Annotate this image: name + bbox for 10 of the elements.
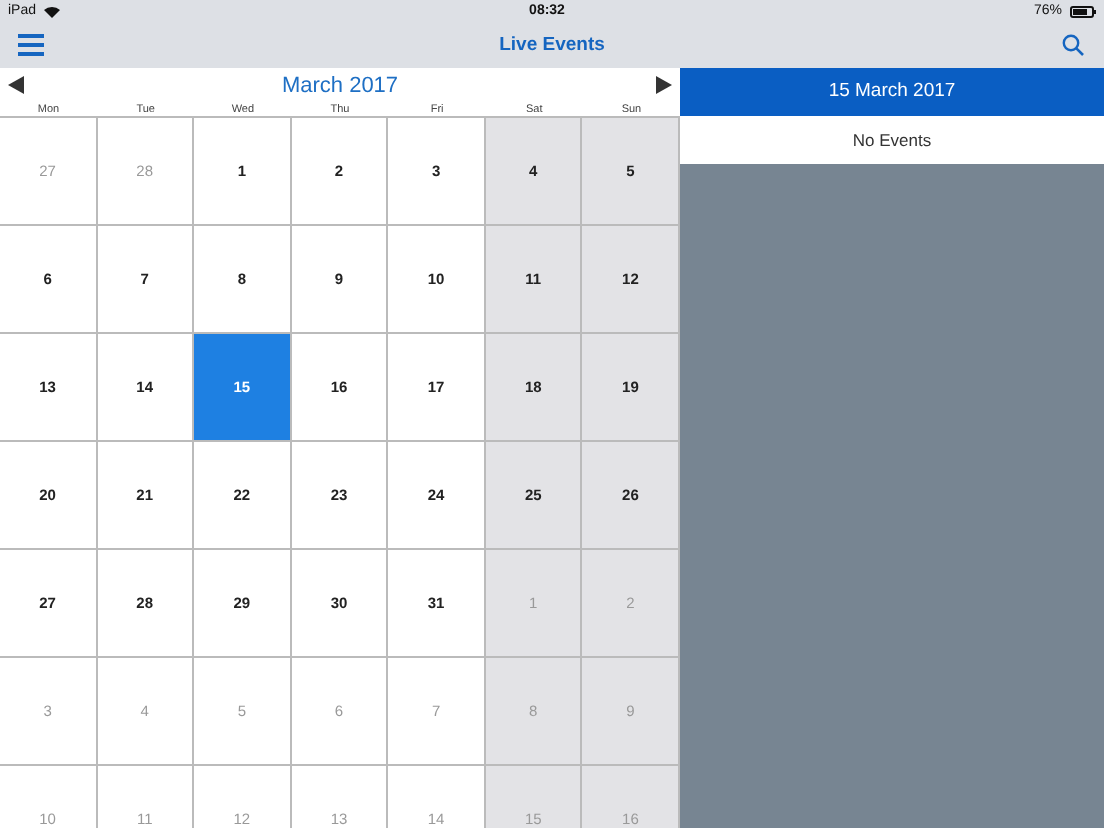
no-events-message: No Events — [680, 116, 1104, 164]
nav-title: Live Events — [499, 31, 605, 60]
previous-month-button[interactable] — [8, 76, 24, 94]
selected-date-header: 15 March 2017 — [680, 68, 1104, 116]
next-month-button[interactable] — [656, 76, 672, 94]
menu-button[interactable] — [18, 34, 44, 56]
search-button[interactable] — [1062, 34, 1084, 56]
month-title: March 2017 — [281, 71, 399, 102]
battery-icon — [1070, 6, 1096, 18]
wifi-icon — [44, 6, 61, 18]
